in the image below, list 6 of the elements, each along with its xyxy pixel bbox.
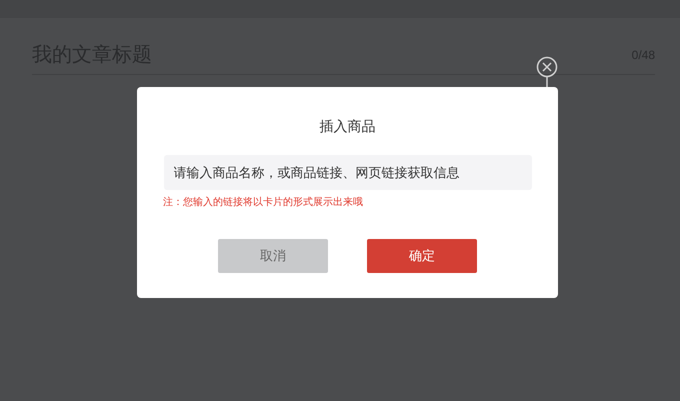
product-input-field[interactable]: 请输入商品名称，或商品链接、网页链接获取信息 bbox=[164, 155, 532, 190]
confirm-button[interactable]: 确定 bbox=[367, 239, 477, 273]
cancel-button[interactable]: 取消 bbox=[218, 239, 328, 273]
dialog-title: 插入商品 bbox=[320, 117, 376, 136]
note-text: 注：您输入的链接将以卡片的形式展示出来哦 bbox=[163, 196, 363, 210]
close-icon[interactable] bbox=[536, 56, 558, 87]
